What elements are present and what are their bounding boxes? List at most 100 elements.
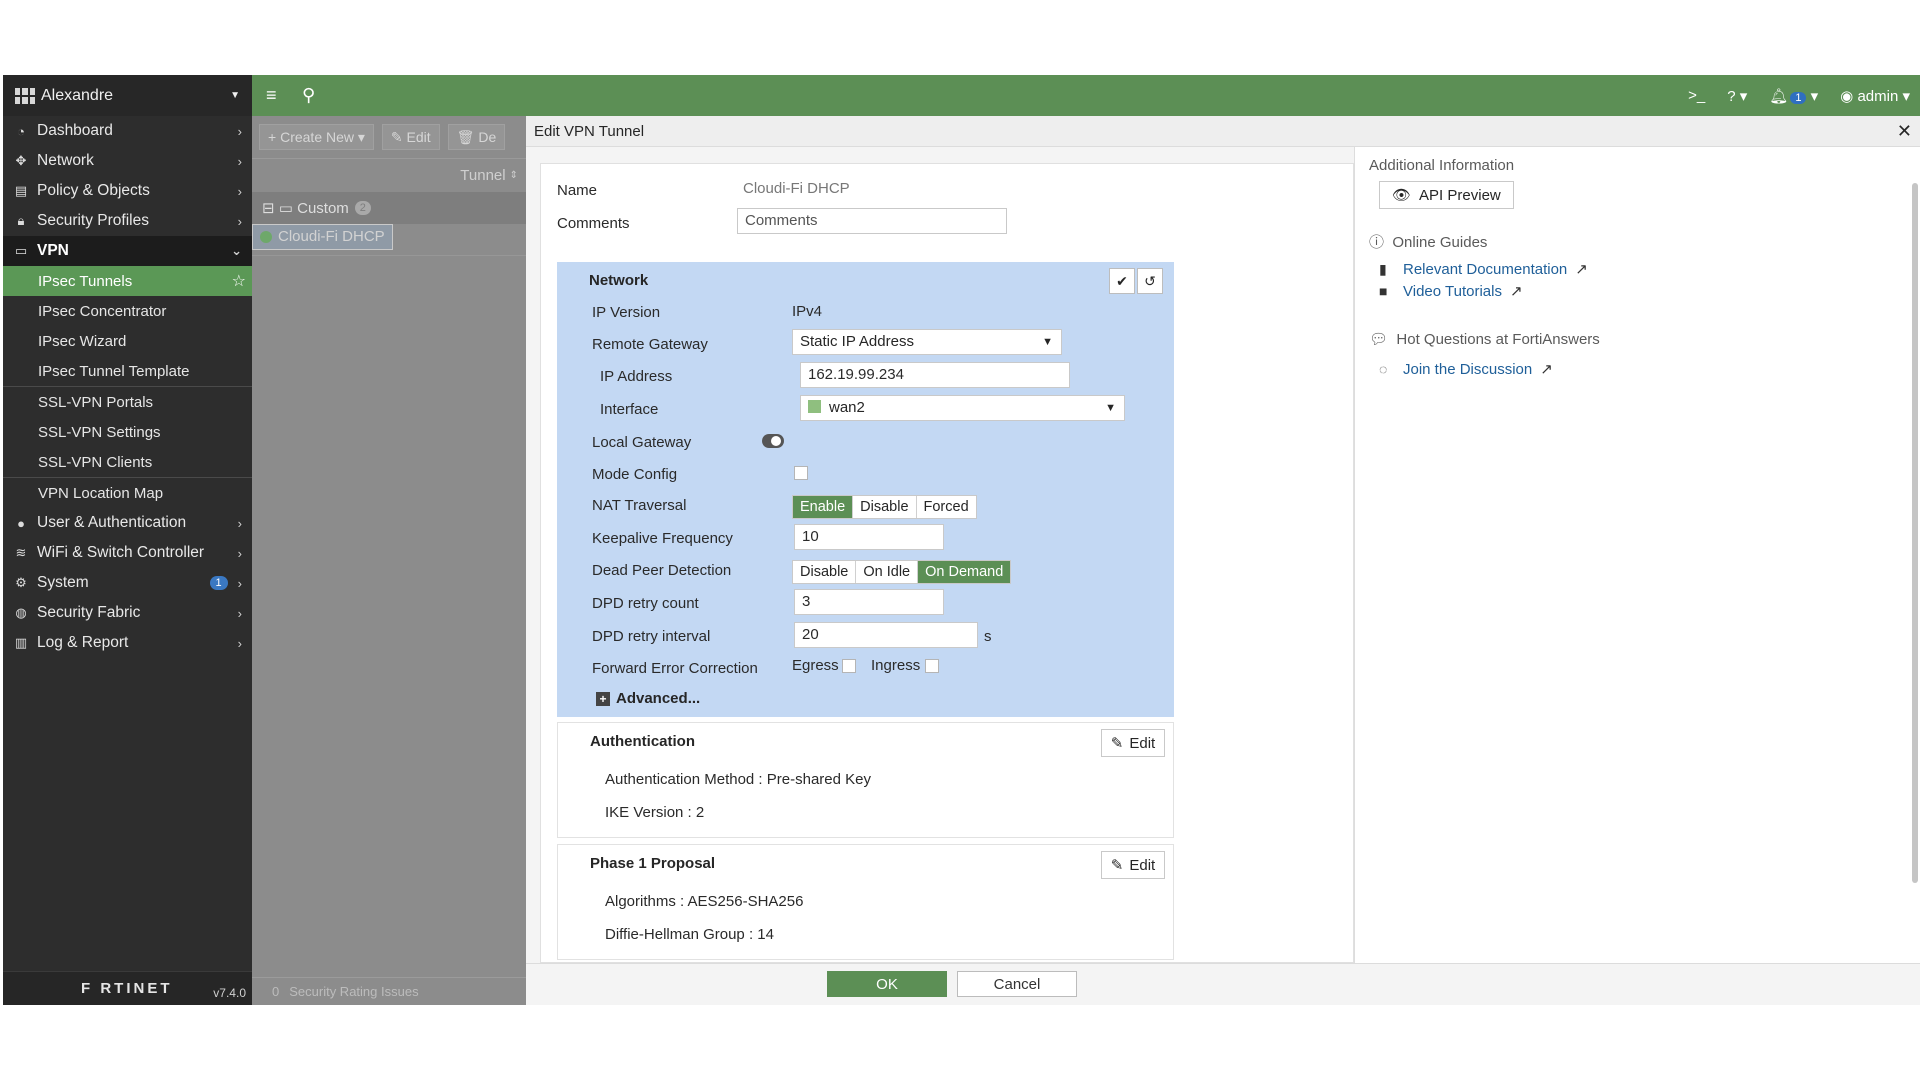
sidebar-sub-ipsec-concentrator[interactable]: IPsec Concentrator (3, 296, 252, 326)
status-up-icon (260, 231, 272, 243)
pencil-icon: ✎ (1110, 735, 1124, 752)
create-new-button[interactable]: + Create New ▾ (259, 124, 374, 150)
join-discussion-link[interactable]: ◌ Join the Discussion ↗ (1379, 360, 1553, 379)
dpd-on-idle-option[interactable]: On Idle (856, 561, 919, 583)
sidebar-item-security-fabric[interactable]: ◍ Security Fabric › (3, 598, 252, 628)
hot-questions-heading: 💬︎ Hot Questions at FortiAnswers (1369, 330, 1600, 348)
eye-icon: 👁︎ (1392, 187, 1412, 204)
scrollbar[interactable] (1912, 183, 1918, 883)
phase1-edit-button[interactable]: ✎ Edit (1101, 851, 1165, 879)
relevant-documentation-link[interactable]: ▮ Relevant Documentation ↗ (1379, 260, 1588, 279)
chevron-right-icon: › (237, 153, 242, 169)
nat-forced-option[interactable]: Forced (917, 496, 976, 518)
sidebar-item-wifi-switch[interactable]: ≋ WiFi & Switch Controller › (3, 538, 252, 568)
check-icon[interactable]: ✔ (1109, 268, 1135, 294)
sidebar-item-user-auth[interactable]: ● User & Authentication › (3, 508, 252, 538)
interface-label: Interface (600, 401, 659, 418)
cancel-button[interactable]: Cancel (957, 971, 1077, 997)
dpd-disable-option[interactable]: Disable (793, 561, 857, 583)
wifi-icon: ≋ (15, 545, 27, 560)
caret-down-icon: ▼ (1105, 402, 1116, 414)
ip-address-label: IP Address (600, 368, 673, 385)
sidebar-sub-label: IPsec Concentrator (38, 302, 167, 320)
button-label: Create New (280, 129, 354, 145)
section-title: Phase 1 Proposal (590, 855, 716, 872)
star-icon[interactable]: ☆ (232, 271, 246, 291)
mode-config-checkbox[interactable] (794, 466, 808, 480)
api-preview-button[interactable]: 👁︎ API Preview (1379, 181, 1514, 209)
comment-icon: ◌ (1379, 361, 1388, 377)
security-rating-label[interactable]: Security Rating Issues (289, 984, 418, 999)
sort-icon: ⇕ (509, 170, 518, 181)
video-tutorials-link[interactable]: ■ Video Tutorials ↗ (1379, 282, 1523, 301)
sidebar-sub-ssl-vpn-portals[interactable]: SSL-VPN Portals (3, 387, 252, 417)
interface-port-icon (808, 400, 821, 413)
ingress-checkbox[interactable] (925, 659, 939, 673)
egress-checkbox[interactable] (842, 659, 856, 673)
group-row-custom[interactable]: ⊟ ▭ Custom 2 (252, 192, 526, 224)
button-label: Edit (1129, 734, 1156, 752)
sidebar-sub-ssl-vpn-clients[interactable]: SSL-VPN Clients (3, 447, 252, 477)
collapse-icon[interactable]: ⊟ (262, 199, 275, 217)
sidebar-item-label: Security Profiles (37, 212, 149, 229)
cli-console-icon[interactable]: >_ (1688, 87, 1705, 104)
undo-icon[interactable]: ↺ (1137, 268, 1163, 294)
ip-address-input[interactable]: 162.19.99.234 (800, 362, 1070, 388)
sidebar-item-network[interactable]: ✥ Network › (3, 146, 252, 176)
nat-enable-option[interactable]: Enable (793, 496, 854, 518)
vdom-selector[interactable]: Alexandre ▼ (3, 75, 252, 116)
sidebar-item-vpn[interactable]: ▭ VPN ⌄ (3, 236, 252, 266)
sidebar-item-log-report[interactable]: ▥ Log & Report › (3, 628, 252, 658)
sidebar-sub-ssl-vpn-settings[interactable]: SSL-VPN Settings (3, 417, 252, 447)
keepalive-input[interactable]: 10 (794, 524, 944, 550)
sidebar-item-policy[interactable]: ▤ Policy & Objects › (3, 176, 252, 206)
button-label: Edit (406, 129, 431, 145)
advanced-toggle[interactable]: + Advanced... (596, 690, 700, 707)
user-menu[interactable]: ◉ admin ▾ (1840, 87, 1910, 105)
sidebar-sub-vpn-location-map[interactable]: VPN Location Map (3, 478, 252, 508)
remote-gateway-select[interactable]: Static IP Address ▼ (792, 329, 1062, 355)
sidebar-item-label: VPN (37, 242, 69, 259)
table-row[interactable]: Cloudi-Fi DHCP (252, 224, 393, 250)
comments-input[interactable]: Comments (737, 208, 1007, 234)
additional-info-panel: Additional Information 👁︎ API Preview ⓘ … (1354, 147, 1920, 975)
sidebar-item-label: Dashboard (37, 122, 113, 139)
dpd-retry-interval-input[interactable]: 20 (794, 622, 978, 648)
chevron-right-icon: › (237, 575, 242, 591)
dashboard-icon: ◔ (17, 123, 25, 139)
interface-select[interactable]: wan2 ▼ (800, 395, 1125, 421)
local-gateway-label: Local Gateway (592, 434, 692, 451)
menu-icon[interactable]: ≡ (266, 85, 288, 106)
security-rating-count: 0 (272, 984, 280, 999)
auth-edit-button[interactable]: ✎ Edit (1101, 729, 1165, 757)
sidebar-sub-ipsec-tunnel-template[interactable]: IPsec Tunnel Template (3, 356, 252, 386)
chevron-right-icon: › (237, 545, 242, 561)
sidebar-sub-label: IPsec Tunnels (38, 272, 133, 290)
dpd-on-demand-option[interactable]: On Demand (918, 561, 1011, 583)
tunnel-form: Name Cloudi-Fi DHCP Comments Comments Ne… (540, 163, 1354, 963)
column-header-tunnel[interactable]: Tunnel ⇕ (252, 158, 526, 192)
local-gateway-toggle[interactable] (762, 434, 784, 448)
notifications-button[interactable]: 🔔︎ 1 ▾ (1769, 87, 1818, 105)
plus-icon: + (268, 129, 281, 145)
ok-button[interactable]: OK (827, 971, 947, 997)
sidebar-item-security-profiles[interactable]: 🔒︎ Security Profiles › (3, 206, 252, 236)
dpd-retry-count-input[interactable]: 3 (794, 589, 944, 615)
online-guides-label: Online Guides (1392, 234, 1488, 251)
sidebar-item-dashboard[interactable]: ◔ Dashboard › (3, 116, 252, 146)
search-icon[interactable]: ⚲ (302, 85, 324, 106)
nat-disable-option[interactable]: Disable (853, 496, 917, 518)
pencil-icon: ✎ (390, 128, 407, 145)
delete-button[interactable]: 🗑︎ De (447, 124, 506, 150)
help-icon[interactable]: ? ▾ (1727, 87, 1747, 105)
tunnel-list-pane: + Create New ▾ ✎ Edit 🗑︎ De Tunnel ⇕ ⊟ ▭ … (252, 116, 526, 1005)
sidebar-sub-ipsec-wizard[interactable]: IPsec Wizard (3, 326, 252, 356)
sidebar-item-system[interactable]: ⚙ System 1 › (3, 568, 252, 598)
fortinet-logo: F RTINET (81, 980, 173, 997)
close-icon[interactable]: ✕ (1897, 121, 1912, 142)
edit-button[interactable]: ✎ Edit (381, 124, 440, 150)
comments-label: Comments (557, 215, 630, 232)
pencil-icon: ✎ (1110, 857, 1124, 874)
lock-icon: 🔒︎ (17, 213, 25, 228)
sidebar-sub-ipsec-tunnels[interactable]: IPsec Tunnels ☆ (3, 266, 252, 296)
